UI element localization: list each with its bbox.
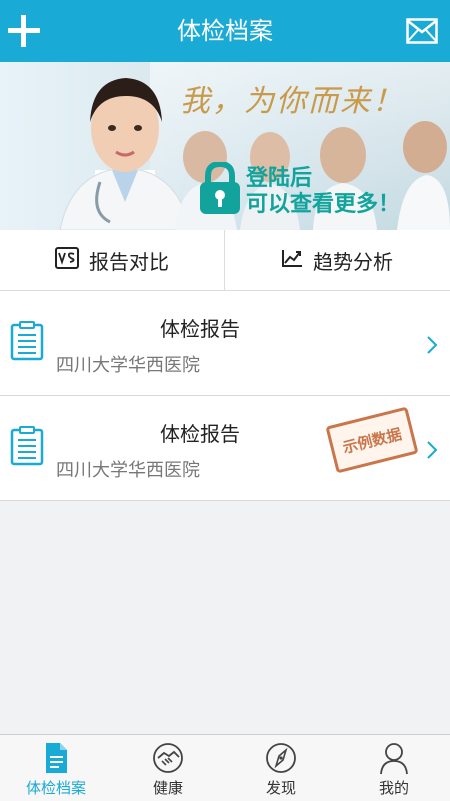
bottom-tab-bar: 体检档案 健康 发现 我的 (0, 734, 450, 801)
trend-analysis-button[interactable]: 趋势分析 (225, 230, 449, 290)
report-item[interactable]: 体检报告 四川大学华西医院 (0, 291, 450, 396)
document-icon (46, 743, 67, 773)
chevron-right-icon (427, 441, 438, 459)
report-title: 体检报告 (160, 317, 240, 341)
tab-profile[interactable]: 我的 (338, 735, 450, 801)
action-toolbar: 报告对比 趋势分析 (0, 230, 450, 291)
lock-icon (200, 162, 240, 214)
report-hospital: 四川大学华西医院 (56, 460, 200, 481)
promo-banner[interactable]: 我，为你而来！ 登陆后 可以查看更多！ (0, 62, 450, 230)
report-document-icon (10, 426, 44, 466)
user-icon (380, 743, 408, 775)
chevron-right-icon (427, 336, 438, 354)
compare-reports-button[interactable]: 报告对比 (0, 230, 224, 290)
tab-discover[interactable]: 发现 (225, 735, 337, 801)
handshake-icon (153, 743, 183, 773)
banner-view-more-hint: 可以查看更多！ (246, 192, 401, 217)
banner-slogan: 我，为你而来！ (180, 84, 404, 119)
report-title: 体检报告 (160, 422, 240, 446)
report-list: 体检报告 四川大学华西医院 体检报告 四川大学华西医院 示例数据 (0, 291, 450, 501)
top-bar: 体检档案 (0, 0, 450, 62)
tab-label: 健康 (152, 779, 183, 797)
report-hospital: 四川大学华西医院 (56, 355, 200, 376)
compass-icon (266, 743, 296, 773)
vs-icon (55, 246, 79, 274)
tab-health[interactable]: 健康 (112, 735, 224, 801)
report-document-icon (10, 321, 44, 361)
mail-icon (406, 18, 438, 44)
sample-data-stamp: 示例数据 (325, 406, 419, 474)
tab-label: 我的 (378, 779, 409, 797)
trend-analysis-label: 趋势分析 (313, 249, 393, 274)
trend-chart-icon (281, 248, 303, 273)
tab-label: 体检档案 (25, 779, 86, 797)
compare-reports-label: 报告对比 (89, 249, 169, 274)
report-item[interactable]: 体检报告 四川大学华西医院 示例数据 (0, 396, 450, 501)
tab-health-records[interactable]: 体检档案 (0, 735, 112, 801)
page-title: 体检档案 (177, 17, 273, 45)
tab-label: 发现 (265, 779, 296, 797)
messages-button[interactable] (406, 18, 438, 44)
